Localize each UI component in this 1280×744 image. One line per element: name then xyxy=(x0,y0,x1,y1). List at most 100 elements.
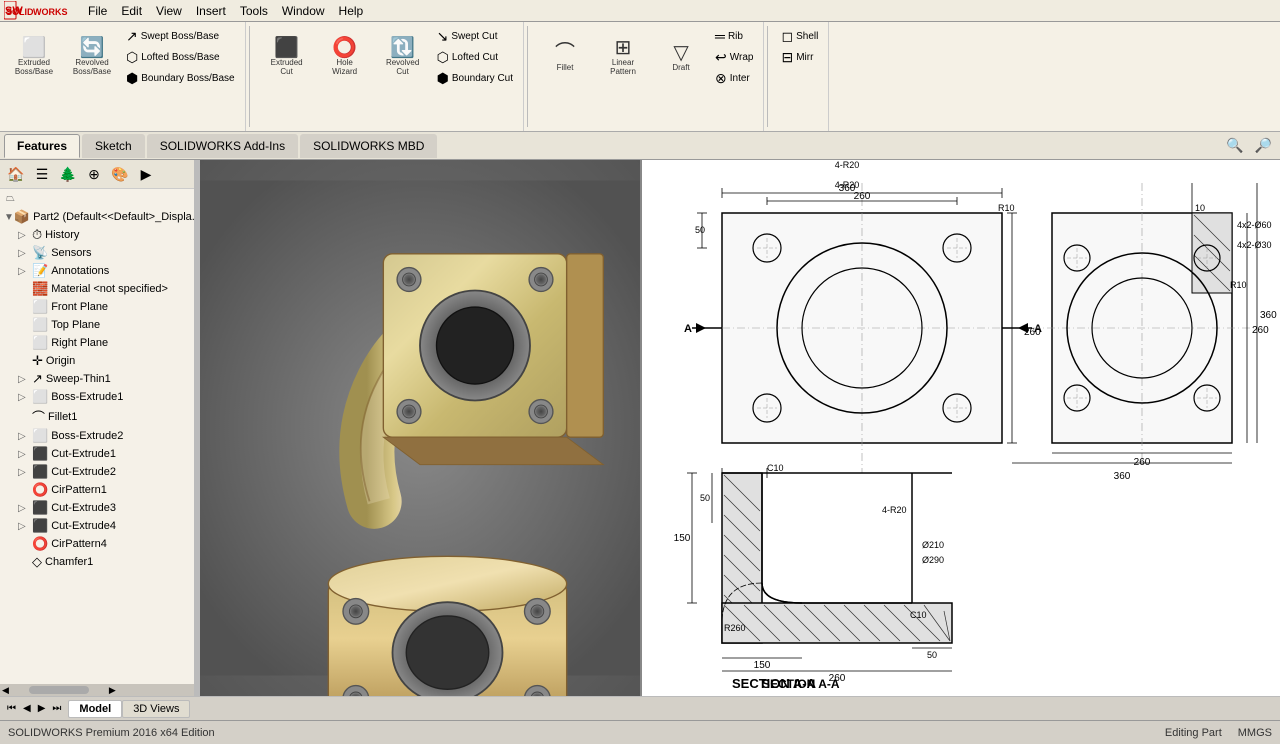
toolbar-boss-base: ⬜ ExtrudedBoss/Base 🔄 RevolvedBoss/Base … xyxy=(0,22,246,131)
fillet-label: Fillet xyxy=(557,63,574,72)
material-icon: 🧱 xyxy=(32,281,48,297)
extruded-boss-base-button[interactable]: ⬜ ExtrudedBoss/Base xyxy=(6,34,62,80)
scroll-right-btn[interactable]: ▶ xyxy=(109,685,116,696)
linear-pattern-button[interactable]: ⊞ LinearPattern xyxy=(595,34,651,80)
svg-text:50: 50 xyxy=(700,493,710,503)
front-plane-icon: ⬜ xyxy=(32,299,48,315)
boss1-icon: ⬜ xyxy=(32,389,48,405)
extruded-cut-icon: ⬛ xyxy=(274,38,299,58)
expand-boss1-icon: ▷ xyxy=(18,392,32,403)
lofted-boss-label: Lofted Boss/Base xyxy=(141,52,219,63)
model-3d-view[interactable] xyxy=(200,160,640,696)
menu-help[interactable]: Help xyxy=(333,2,370,20)
tree-cir-pattern1[interactable]: ⭕ CirPattern1 xyxy=(0,481,194,499)
rib-button[interactable]: ═ Rib xyxy=(711,26,757,46)
tree-cut-extrude1[interactable]: ▷ ⬛ Cut-Extrude1 xyxy=(0,445,194,463)
search-commands-icon[interactable]: 🔎 xyxy=(1251,135,1276,156)
part-label: Part2 (Default<<Default>_Displa... xyxy=(33,211,194,223)
tab-solidworks-addins[interactable]: SOLIDWORKS Add-Ins xyxy=(147,134,298,158)
menu-window[interactable]: Window xyxy=(276,2,331,20)
sidebar-properties-button[interactable]: ⊕ xyxy=(82,163,106,185)
revolved-cut-button[interactable]: 🔃 RevolvedCut xyxy=(375,34,431,80)
extruded-cut-button[interactable]: ⬛ ExtrudedCut xyxy=(259,34,315,80)
search-features-icon[interactable]: 🔍 xyxy=(1222,135,1247,156)
tree-top-plane[interactable]: ⬜ Top Plane xyxy=(0,316,194,334)
shell-button[interactable]: ◻ Shell xyxy=(777,26,822,46)
sidebar-scrollbar[interactable]: ◀ ▶ xyxy=(0,684,194,696)
toolbar-shell: ◻ Shell ⊟ Mirr xyxy=(771,22,829,131)
intersect-button[interactable]: ⊗ Inter xyxy=(711,68,757,88)
tree-part2[interactable]: ▼ 📦 Part2 (Default<<Default>_Displa... xyxy=(0,208,194,226)
tree-chamfer1[interactable]: ◇ Chamfer1 xyxy=(0,553,194,571)
tab-solidworks-mbd[interactable]: SOLIDWORKS MBD xyxy=(300,134,437,158)
tree-history[interactable]: ▷ ⏱ History xyxy=(0,226,194,244)
boundary-cut-button[interactable]: ⬢ Boundary Cut xyxy=(433,68,517,88)
tree-sweep-thin1[interactable]: ▷ ↗ Sweep-Thin1 xyxy=(0,370,194,388)
expand-history-icon: ▷ xyxy=(18,230,32,241)
menu-tools[interactable]: Tools xyxy=(234,2,274,20)
tree-annotations[interactable]: ▷ 📝 Annotations xyxy=(0,262,194,280)
wrap-label: Wrap xyxy=(730,52,754,63)
front-plane-label: Front Plane xyxy=(51,301,108,313)
bottom-tab-3dviews[interactable]: 3D Views xyxy=(122,700,190,718)
tree-cut-extrude2[interactable]: ▷ ⬛ Cut-Extrude2 xyxy=(0,463,194,481)
top-plane-label: Top Plane xyxy=(51,319,100,331)
cut3-label: Cut-Extrude3 xyxy=(51,502,116,514)
section-aa-view: 150 50 C10 C10 R260 4-R20 Ø210 Ø290 xyxy=(674,463,952,691)
tree-boss-extrude2[interactable]: ▷ ⬜ Boss-Extrude2 xyxy=(0,427,194,445)
svg-text:360: 360 xyxy=(1114,471,1131,482)
nav-prev-button[interactable]: ◀ xyxy=(20,702,34,715)
menu-file[interactable]: File xyxy=(82,2,113,20)
tree-right-plane[interactable]: ⬜ Right Plane xyxy=(0,334,194,352)
menu-view[interactable]: View xyxy=(150,2,188,20)
top-plane-icon: ⬜ xyxy=(32,317,48,333)
tree-cir-pattern4[interactable]: ⭕ CirPattern4 xyxy=(0,535,194,553)
tree-cut-extrude4[interactable]: ▷ ⬛ Cut-Extrude4 xyxy=(0,517,194,535)
wrap-button[interactable]: ↩ Wrap xyxy=(711,47,757,67)
expand-cut2-icon: ▷ xyxy=(18,467,32,478)
tree-front-plane[interactable]: ⬜ Front Plane xyxy=(0,298,194,316)
tree-origin[interactable]: ✛ Origin xyxy=(0,352,194,370)
mirror-button[interactable]: ⊟ Mirr xyxy=(777,47,822,67)
sidebar-home-button[interactable]: 🏠 xyxy=(4,163,28,185)
bottom-bar: ⏮ ◀ ▶ ⏭ Model 3D Views xyxy=(0,696,1280,720)
draft-button[interactable]: ▽ Draft xyxy=(653,34,709,80)
tab-features[interactable]: Features xyxy=(4,134,80,158)
svg-text:260: 260 xyxy=(1134,457,1151,468)
sidebar-appearance-button[interactable]: 🎨 xyxy=(108,163,132,185)
tree-cut-extrude3[interactable]: ▷ ⬛ Cut-Extrude3 xyxy=(0,499,194,517)
revolved-boss-base-button[interactable]: 🔄 RevolvedBoss/Base xyxy=(64,34,120,80)
sidebar-toolbar: 🏠 ☰ 🌲 ⊕ 🎨 ▶ xyxy=(0,160,194,189)
hole-wizard-button[interactable]: ⭕ HoleWizard xyxy=(317,34,373,80)
lofted-cut-button[interactable]: ⬡ Lofted Cut xyxy=(433,47,517,67)
bottom-tab-model[interactable]: Model xyxy=(68,700,122,718)
sensors-icon: 📡 xyxy=(32,245,48,261)
tab-sketch[interactable]: Sketch xyxy=(82,134,145,158)
sidebar-expand-button[interactable]: ▶ xyxy=(134,163,158,185)
tree-fillet1[interactable]: ⌒ Fillet1 xyxy=(0,406,194,427)
nav-last-button[interactable]: ⏭ xyxy=(49,702,64,715)
menu-edit[interactable]: Edit xyxy=(115,2,148,20)
nav-next-button[interactable]: ▶ xyxy=(35,702,49,715)
sidebar-list-button[interactable]: ☰ xyxy=(30,163,54,185)
cut2-label: Cut-Extrude2 xyxy=(51,466,116,478)
lofted-boss-base-button[interactable]: ⬡ Lofted Boss/Base xyxy=(122,47,239,67)
tree-boss-extrude1[interactable]: ▷ ⬜ Boss-Extrude1 xyxy=(0,388,194,406)
rib-label: Rib xyxy=(728,31,743,42)
scroll-thumb[interactable] xyxy=(29,686,89,694)
sweep-label: Sweep-Thin1 xyxy=(46,373,111,385)
menu-insert[interactable]: Insert xyxy=(190,2,232,20)
sidebar-tree-button[interactable]: 🌲 xyxy=(56,163,80,185)
swept-boss-base-button[interactable]: ↗ Swept Boss/Base xyxy=(122,26,239,46)
revolved-boss-label: RevolvedBoss/Base xyxy=(73,58,111,76)
nav-first-button[interactable]: ⏮ xyxy=(4,702,19,715)
fillet-button[interactable]: ⌒ Fillet xyxy=(537,34,593,80)
scroll-left-btn[interactable]: ◀ xyxy=(2,685,9,696)
svg-text:4-R20: 4-R20 xyxy=(882,505,907,515)
swept-cut-button[interactable]: ↘ Swept Cut xyxy=(433,26,517,46)
tree-material[interactable]: 🧱 Material <not specified> xyxy=(0,280,194,298)
fillet1-icon: ⌒ xyxy=(32,407,45,426)
tree-sensors[interactable]: ▷ 📡 Sensors xyxy=(0,244,194,262)
nav-arrows: ⏮ ◀ ▶ ⏭ xyxy=(4,702,64,715)
boundary-boss-base-button[interactable]: ⬢ Boundary Boss/Base xyxy=(122,68,239,88)
